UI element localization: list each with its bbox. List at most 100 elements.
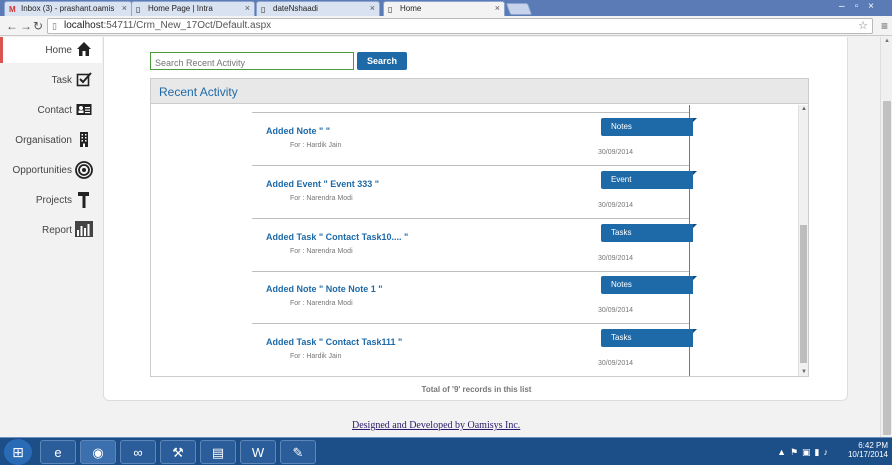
activity-list: Added Note " " For : Hardik Jain 30/09/2… [151,105,798,376]
tab-datenshaadi[interactable]: ▯ dateNshaadi × [256,1,380,16]
close-icon[interactable]: × [495,3,500,13]
new-tab-button[interactable] [505,3,533,15]
url-host: localhost [64,20,104,31]
activity-date: 30/09/2014 [598,255,634,262]
sidebar-item-label: Task [51,75,72,86]
recent-activity-panel: Recent Activity Added Note " " For : Har… [150,78,809,377]
panel-header: Recent Activity [151,79,808,104]
sidebar-item-projects[interactable]: Projects [0,187,102,213]
close-icon[interactable]: × [370,3,375,13]
forward-arrow-icon[interactable]: → [20,19,32,33]
close-icon[interactable]: × [122,3,127,13]
badge-notch [693,224,697,228]
records-count: Total of '9' records in this list [421,385,532,394]
page-icon: ▯ [388,5,393,14]
paint-icon[interactable]: ✎ [280,440,316,464]
address-bar[interactable]: ▯ localhost:54711/Crm_New_17Oct/Default.… [47,18,873,34]
tab-inbox[interactable]: M Inbox (3) - prashant.oamis × [4,1,132,16]
sidebar-item-organisation[interactable]: Organisation [0,127,102,153]
browser-toolbar: ← → ↻ ▯ localhost:54711/Crm_New_17Oct/De… [0,16,892,36]
reload-icon[interactable]: ↻ [33,19,43,33]
back-arrow-icon[interactable]: ← [6,19,18,33]
start-button[interactable]: ⊞ [4,439,32,465]
activity-title[interactable]: Added Note " " [266,126,330,136]
building-icon [75,131,93,149]
activity-for: For : Hardik Jain [290,142,342,149]
activity-title[interactable]: Added Note " Note Note 1 " [266,284,383,294]
scroll-up-icon[interactable]: ▲ [801,106,807,112]
app-icon[interactable]: ∞ [120,440,156,464]
tab-title: Home Page | Intra [148,4,213,13]
badge-label: Event [611,175,632,184]
system-tray-icons[interactable]: ▲⚑▣▮♪ [777,447,832,458]
sidebar-item-label: Organisation [15,135,72,146]
main-card: Search Recent Activity Added Note " " Fo… [103,37,848,401]
ie-icon[interactable]: e [40,440,76,464]
menu-icon[interactable]: ≡ [881,19,888,33]
page-icon: ▯ [261,5,266,14]
tools-icon[interactable]: ⚒ [160,440,196,464]
badge-notch [693,171,697,175]
panel-title: Recent Activity [159,85,238,99]
bar-chart-icon [75,221,93,239]
activity-type-badge: Tasks [601,329,697,347]
list-item: Added Task " Contact Task111 " For : Har… [252,324,697,376]
badge-notch [693,118,697,122]
activity-scrollbar[interactable]: ▲ ▼ [798,105,808,376]
list-item: Added Note " Note Note 1 " For : Narendr… [252,271,697,324]
contact-card-icon [75,101,93,119]
activity-type-badge: Notes [601,276,697,294]
sidebar-item-task[interactable]: Task [0,67,102,93]
activity-title[interactable]: Added Task " Contact Task10.... " [266,232,408,242]
activity-for: For : Hardik Jain [290,353,342,360]
browser-tab-bar: M Inbox (3) - prashant.oamis × ▯ Home Pa… [0,0,892,16]
page-scrollbar[interactable]: ▲ [880,37,892,437]
scrollbar-thumb[interactable] [883,101,891,435]
activity-date: 30/09/2014 [598,149,634,156]
badge-label: Tasks [611,228,632,237]
close-icon[interactable]: × [245,3,250,13]
gmail-icon: M [9,5,16,14]
activity-type-badge: Event [601,171,697,189]
scroll-down-icon[interactable]: ▼ [801,369,807,375]
sidebar-item-label: Report [41,225,72,236]
activity-date: 30/09/2014 [598,202,634,209]
search-button[interactable]: Search [357,52,407,70]
folder-icon[interactable]: ▤ [200,440,236,464]
badge-notch [693,329,697,333]
hammer-icon [75,191,93,209]
activity-title[interactable]: Added Event " Event 333 " [266,179,379,189]
sidebar-item-home[interactable]: Home [0,37,102,63]
window-controls[interactable]: –▫× [839,1,884,12]
list-item: Added Note " " For : Hardik Jain 30/09/2… [252,113,697,166]
scrollbar-thumb[interactable] [800,225,807,363]
bookmark-star-icon[interactable]: ☆ [858,19,868,32]
activity-for: For : Narendra Modi [290,195,353,202]
sidebar: Home Task Contact Organisation Opportuni… [0,37,102,267]
chrome-icon[interactable]: ◉ [80,440,116,464]
sidebar-item-label: Contact [37,105,72,116]
sidebar-item-opportunities[interactable]: Opportunities [0,157,102,183]
clock-date: 10/17/2014 [847,450,888,459]
sidebar-item-report[interactable]: Report [0,217,102,243]
url-path: :54711/Crm_New_17Oct/Default.aspx [103,20,272,31]
activity-title[interactable]: Added Task " Contact Task111 " [266,337,402,347]
tab-title: Inbox (3) - prashant.oamis [21,4,115,13]
word-icon[interactable]: W [240,440,276,464]
scroll-up-icon[interactable]: ▲ [884,38,890,44]
list-item-partial [252,105,689,113]
badge-notch [693,276,697,280]
badge-label: Notes [611,280,632,289]
taskbar: ⊞ e ◉ ∞ ⚒ ▤ W ✎ ▲⚑▣▮♪ 6:42 PM 10/17/2014 [0,437,892,465]
activity-type-badge: Notes [601,118,697,136]
sidebar-item-contact[interactable]: Contact [0,97,102,123]
tab-home-page-intra[interactable]: ▯ Home Page | Intra × [131,1,255,16]
activity-date: 30/09/2014 [598,307,634,314]
page-icon: ▯ [52,21,57,31]
search-input[interactable] [150,52,354,70]
footer-credit-link[interactable]: Designed and Developed by Oamisys Inc. [352,420,520,431]
tab-home[interactable]: ▯ Home × [383,1,505,16]
sidebar-item-label: Projects [35,195,72,206]
clock[interactable]: 6:42 PM 10/17/2014 [848,441,888,459]
page-icon: ▯ [136,5,141,14]
